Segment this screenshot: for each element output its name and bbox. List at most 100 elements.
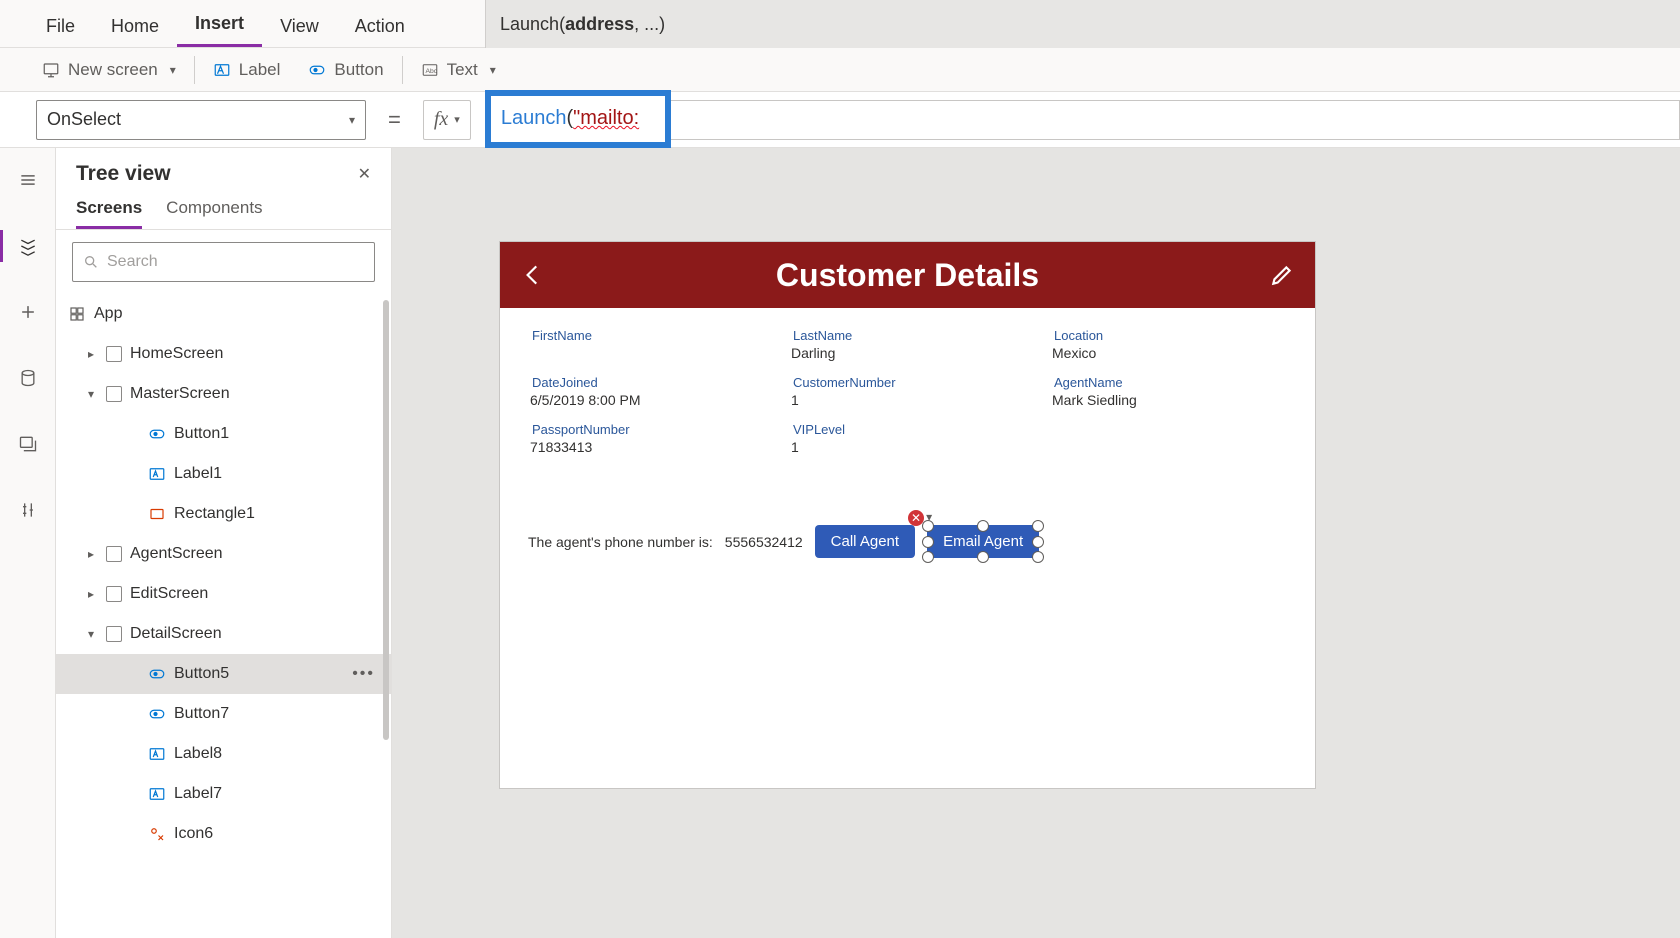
tree-item-master[interactable]: ▾MasterScreen: [56, 374, 391, 414]
tree-item-icon6[interactable]: Icon6: [56, 814, 391, 854]
iconctl-icon: [148, 825, 166, 843]
close-icon[interactable]: ✕: [358, 164, 371, 184]
separator: [402, 56, 403, 84]
resize-handle[interactable]: [1032, 520, 1044, 532]
search-icon: [83, 254, 99, 270]
resize-handle[interactable]: [922, 520, 934, 532]
fx-button[interactable]: fx ▾: [423, 100, 471, 140]
insert-text-button[interactable]: Abc Text ▾: [421, 60, 496, 80]
tree-item-label: Button5: [174, 665, 229, 683]
tree-search-input[interactable]: Search: [72, 242, 375, 282]
chevron-down-icon: ▾: [490, 63, 496, 77]
field-value: [528, 343, 765, 355]
formula-bar: OnSelect ▾ = fx ▾ Launch("mailto:: [0, 92, 1680, 148]
formula-input-wrap: Launch("mailto:: [485, 100, 1680, 140]
tree-item-label: Button1: [174, 425, 229, 443]
resize-handle[interactable]: [1032, 551, 1044, 563]
checkbox-icon[interactable]: [106, 346, 122, 362]
call-agent-button[interactable]: Call Agent: [815, 525, 915, 558]
tree-list[interactable]: App ▸ HomeScreen ▾MasterScreen Button1 Label1…: [56, 294, 391, 938]
field-value: 6/5/2019 8:00 PM: [528, 390, 765, 418]
chevron-right-icon[interactable]: ▸: [84, 347, 98, 361]
separator: [194, 56, 195, 84]
insert-label-button[interactable]: Label: [213, 60, 281, 80]
button-icon: [148, 665, 166, 683]
chevron-right-icon[interactable]: ▸: [84, 547, 98, 561]
chevron-right-icon[interactable]: ▸: [84, 587, 98, 601]
field-label: DateJoined: [528, 375, 765, 390]
field-label: PassportNumber: [528, 422, 765, 437]
tree-item-detail[interactable]: ▾DetailScreen: [56, 614, 391, 654]
property-selector[interactable]: OnSelect ▾: [36, 100, 366, 140]
resize-handle[interactable]: [922, 536, 934, 548]
resize-handle[interactable]: [977, 520, 989, 532]
screen-icon: [42, 61, 60, 79]
back-icon[interactable]: [520, 262, 546, 288]
agent-row: The agent's phone number is: 5556532412 …: [528, 525, 1287, 558]
label-icon: [148, 785, 166, 803]
scrollbar-thumb[interactable]: [383, 300, 389, 740]
label-icon: [148, 745, 166, 763]
label-icon: [213, 61, 231, 79]
button-icon: [148, 425, 166, 443]
tree-item-label: HomeScreen: [130, 345, 223, 363]
resize-handle[interactable]: [922, 551, 934, 563]
menu-insert[interactable]: Insert: [177, 1, 262, 47]
insert-button-button[interactable]: Button: [308, 60, 383, 80]
resize-handle[interactable]: [977, 551, 989, 563]
tree-item-rect1[interactable]: Rectangle1: [56, 494, 391, 534]
selection-box[interactable]: ✕ ▾: [927, 525, 1039, 558]
checkbox-icon[interactable]: [106, 386, 122, 402]
edit-icon[interactable]: [1269, 262, 1295, 288]
tree-item-label: Button7: [174, 705, 229, 723]
svg-text:Abc: Abc: [425, 68, 437, 75]
tree-item-label: Icon6: [174, 825, 213, 843]
button-icon: [308, 61, 326, 79]
menu-view[interactable]: View: [262, 4, 337, 47]
tree-item-button5[interactable]: Button5•••: [56, 654, 391, 694]
media-icon[interactable]: [8, 424, 48, 464]
checkbox-icon[interactable]: [106, 546, 122, 562]
tree-item-label: AgentScreen: [130, 545, 223, 563]
checkbox-icon[interactable]: [106, 626, 122, 642]
hamburger-icon[interactable]: [8, 160, 48, 200]
tree-item-edit[interactable]: ▸ EditScreen: [56, 574, 391, 614]
search-placeholder: Search: [107, 253, 158, 271]
tree-view-icon[interactable]: [8, 226, 48, 266]
formula-input-rest[interactable]: [671, 100, 1680, 140]
formula-string: "mailto:: [573, 107, 639, 130]
tree-item-label: Label8: [174, 745, 222, 763]
checkbox-icon[interactable]: [106, 586, 122, 602]
ribbon: New screen ▾ Label Button Abc Text ▾ add…: [0, 48, 1680, 92]
advanced-tools-icon[interactable]: [8, 490, 48, 530]
resize-handle[interactable]: [1032, 536, 1044, 548]
tree-item-button7[interactable]: Button7: [56, 694, 391, 734]
tree-subtabs: Screens Components: [56, 192, 391, 230]
formula-input[interactable]: Launch("mailto:: [485, 90, 671, 148]
chevron-down-icon: ▾: [349, 113, 355, 127]
new-screen-button[interactable]: New screen ▾: [42, 60, 176, 80]
tree-item-label7[interactable]: Label7: [56, 774, 391, 814]
subtab-components[interactable]: Components: [166, 198, 262, 229]
chevron-down-icon[interactable]: ▾: [84, 627, 98, 641]
chevron-down-icon[interactable]: ▾: [84, 387, 98, 401]
tree-item-label1[interactable]: Label1: [56, 454, 391, 494]
insert-button-text: Button: [334, 60, 383, 80]
menu-home[interactable]: Home: [93, 4, 177, 47]
tree-item-agent[interactable]: ▸ AgentScreen: [56, 534, 391, 574]
tree-item-label: EditScreen: [130, 585, 208, 603]
insert-text-label: Text: [447, 60, 478, 80]
field-value: 1: [789, 437, 1026, 465]
tree-item-button1[interactable]: Button1: [56, 414, 391, 454]
menu-action[interactable]: Action: [337, 4, 423, 47]
canvas-area[interactable]: Customer Details FirstName LastNameDarli…: [392, 148, 1680, 938]
tree-item-app[interactable]: App: [56, 294, 391, 334]
data-icon[interactable]: [8, 358, 48, 398]
tree-item-label8[interactable]: Label8: [56, 734, 391, 774]
insert-pane-icon[interactable]: [8, 292, 48, 332]
subtab-screens[interactable]: Screens: [76, 198, 142, 229]
tree-item-label: Rectangle1: [174, 505, 255, 523]
menu-file[interactable]: File: [28, 4, 93, 47]
tree-item-home[interactable]: ▸ HomeScreen: [56, 334, 391, 374]
field-label: VIPLevel: [789, 422, 1026, 437]
